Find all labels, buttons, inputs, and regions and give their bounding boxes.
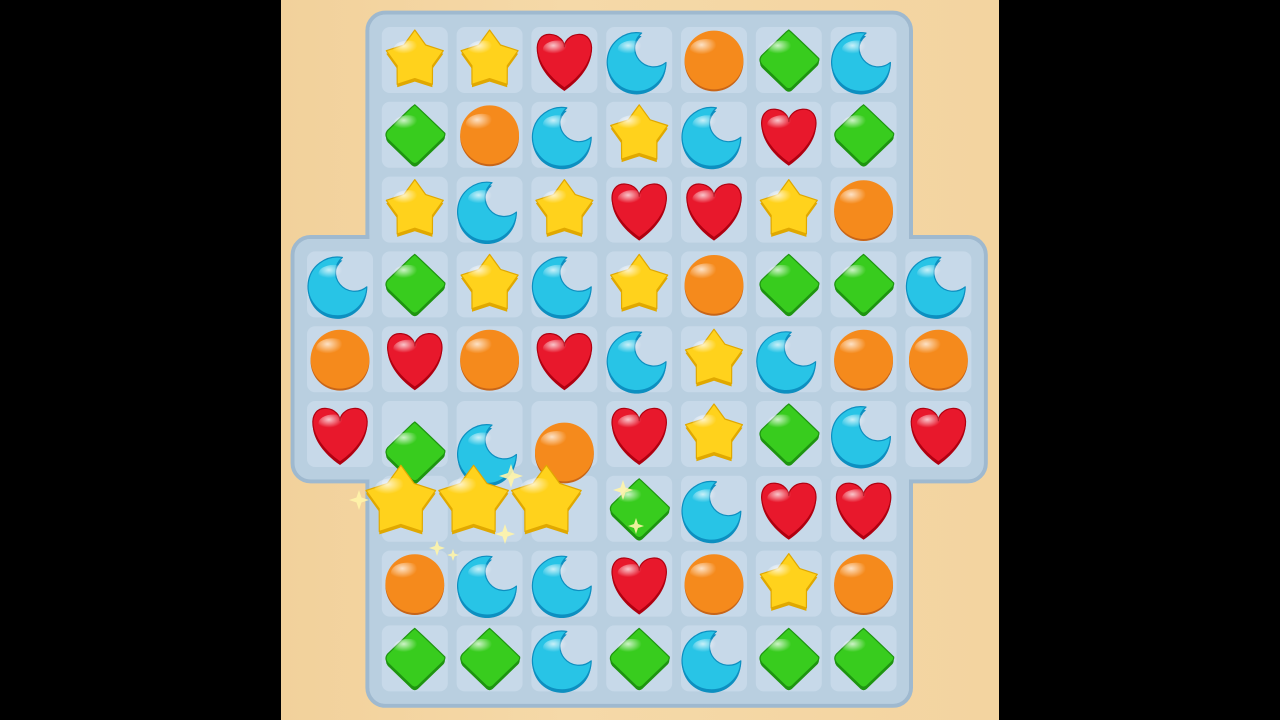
orange-round-candy[interactable] — [460, 329, 519, 391]
orange-round-candy[interactable] — [834, 180, 893, 242]
game-board — [290, 10, 988, 708]
orange-round-candy[interactable] — [310, 329, 370, 391]
orange-round-candy[interactable] — [684, 255, 744, 316]
orange-round-candy[interactable] — [460, 105, 519, 167]
game-stage — [281, 0, 999, 720]
orange-round-candy[interactable] — [834, 329, 893, 391]
board-pieces — [307, 29, 968, 693]
orange-round-candy[interactable] — [684, 554, 744, 615]
orange-round-candy[interactable] — [909, 329, 968, 391]
orange-round-candy[interactable] — [684, 30, 744, 92]
orange-round-candy[interactable] — [385, 554, 445, 615]
orange-round-candy[interactable] — [834, 554, 893, 615]
